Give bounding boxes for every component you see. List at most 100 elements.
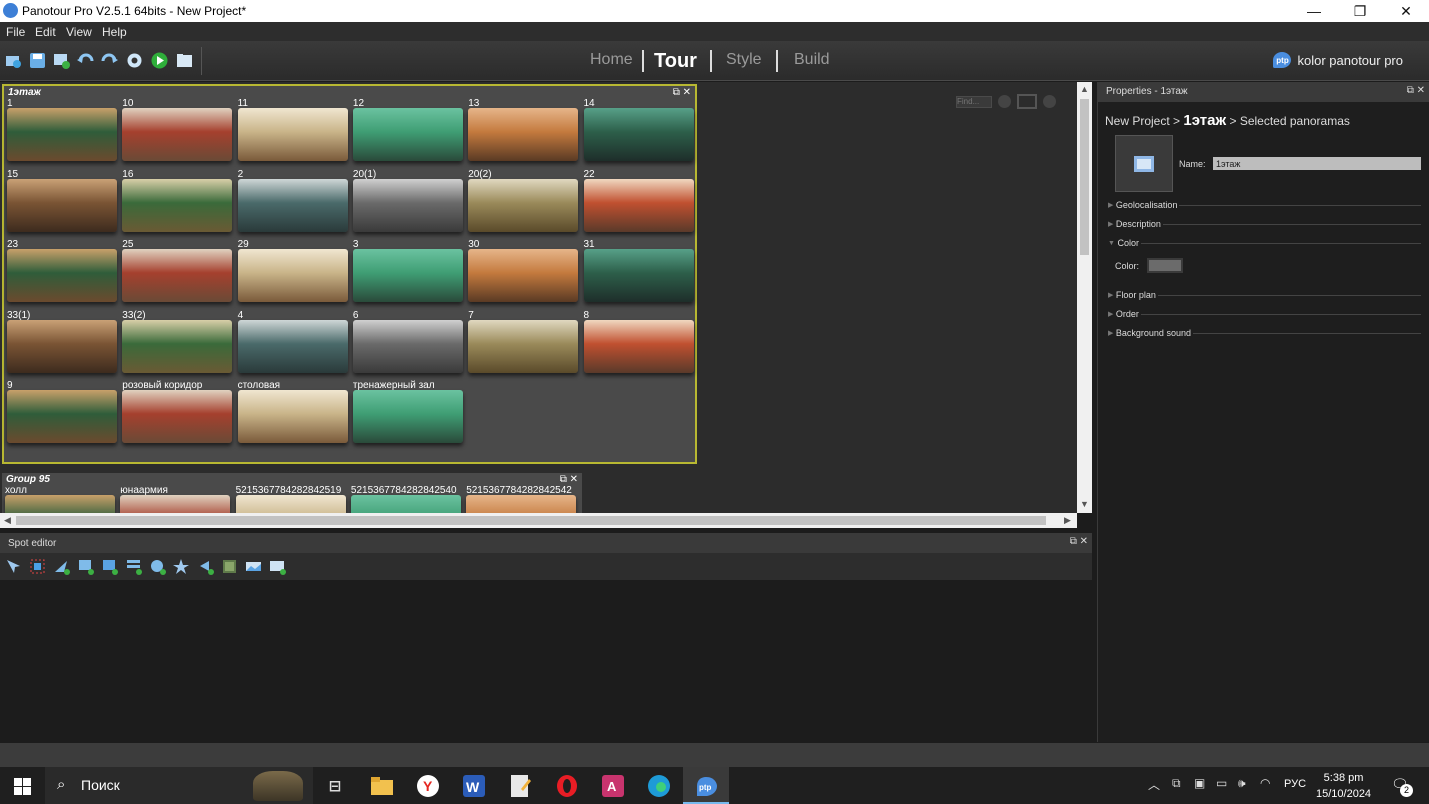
volume-icon[interactable]: 🕪 (1238, 776, 1246, 791)
add-video-spot-icon[interactable] (100, 557, 119, 576)
find-input[interactable] (956, 95, 992, 108)
add-frame-spot-icon[interactable] (220, 557, 239, 576)
add-image-icon[interactable] (52, 51, 71, 70)
canvas-vertical-scrollbar[interactable]: ▲ ▼ (1077, 82, 1092, 513)
add-image-spot-icon[interactable] (76, 557, 95, 576)
panorama-thumbnail[interactable]: 5215367784282842542 (465, 485, 580, 513)
system-clock[interactable]: 5:38 pm 15/10/2024 (1316, 770, 1371, 802)
panorama-thumbnail[interactable]: 22 (583, 169, 698, 240)
panorama-thumbnail[interactable]: 6 (352, 310, 467, 381)
save-icon[interactable] (28, 51, 47, 70)
panorama-thumbnail[interactable]: 20(1) (352, 169, 467, 240)
section-color[interactable]: ▼ Color (1108, 238, 1421, 248)
panorama-thumbnail[interactable]: 30 (467, 239, 582, 310)
tab-style[interactable]: Style (726, 51, 762, 69)
minimize-button[interactable]: — (1291, 0, 1337, 22)
fit-view-icon[interactable] (1017, 94, 1037, 109)
panorama-thumbnail[interactable]: юнаармия (119, 485, 234, 513)
panorama-group-1etazh[interactable]: 1этаж ⧉ ✕ 1 10 11 12 13 14 15 16 2 20(1) 20(2) 22 23… (2, 84, 697, 464)
panel-float-close-icon[interactable]: ⧉ ✕ (1407, 85, 1425, 96)
panotour-taskbar-icon[interactable]: ptp (694, 774, 718, 798)
panorama-thumbnail[interactable]: холл (4, 485, 119, 513)
show-hidden-icons-chevron-icon[interactable]: ︿ (1148, 776, 1160, 793)
add-panorama-link-icon[interactable] (244, 557, 263, 576)
play-preview-icon[interactable] (150, 51, 169, 70)
section-floor-plan[interactable]: ▶ Floor plan (1108, 290, 1421, 300)
panorama-thumbnail[interactable]: 4 (237, 310, 352, 381)
undo-icon[interactable] (76, 51, 95, 70)
windows-start-icon[interactable] (10, 774, 34, 798)
panorama-thumbnail[interactable]: 12 (352, 98, 467, 169)
access-icon[interactable]: A (601, 774, 625, 798)
add-polygon-spot-icon[interactable] (196, 557, 215, 576)
group-float-close-icon[interactable]: ⧉ ✕ (673, 87, 691, 98)
scroll-down-icon[interactable]: ▼ (1080, 499, 1089, 509)
add-star-spot-icon[interactable] (172, 557, 191, 576)
section-background-sound[interactable]: ▶ Background sound (1108, 328, 1421, 338)
edge-icon[interactable] (647, 774, 671, 798)
panorama-thumbnail[interactable]: 33(2) (121, 310, 236, 381)
scroll-thumb[interactable] (1080, 99, 1089, 255)
yandex-browser-icon[interactable]: Y (416, 774, 440, 798)
panorama-thumbnail[interactable]: 3 (352, 239, 467, 310)
panorama-thumbnail[interactable]: тренажерный зал (352, 380, 467, 451)
menu-edit[interactable]: Edit (35, 25, 56, 39)
notepad-icon[interactable] (509, 774, 533, 798)
panorama-thumbnail[interactable]: 31 (583, 239, 698, 310)
crumb-group[interactable]: 1этаж (1183, 112, 1226, 129)
panorama-thumbnail[interactable]: 2 (237, 169, 352, 240)
panorama-canvas[interactable]: 1этаж ⧉ ✕ 1 10 11 12 13 14 15 16 2 20(1) 20(2) 22 23… (0, 82, 1077, 513)
scroll-up-icon[interactable]: ▲ (1080, 84, 1089, 94)
crumb-root[interactable]: New Project (1105, 114, 1170, 128)
panorama-thumbnail[interactable]: 16 (121, 169, 236, 240)
color-swatch[interactable] (1147, 258, 1183, 273)
panorama-thumbnail[interactable]: 13 (467, 98, 582, 169)
add-panoramas-icon[interactable] (4, 51, 23, 70)
section-description[interactable]: ▶ Description (1108, 219, 1421, 229)
panorama-thumbnail[interactable]: 5215367784282842519 (235, 485, 350, 513)
add-text-spot-icon[interactable] (124, 557, 143, 576)
panorama-thumbnail[interactable]: 5215367784282842540 (350, 485, 465, 513)
panorama-group-95[interactable]: Group 95 ⧉ ✕ холл юнаармия 521536778428284… (2, 473, 582, 513)
panorama-thumbnail[interactable]: 14 (583, 98, 698, 169)
opera-icon[interactable] (555, 774, 579, 798)
add-point-spot-icon[interactable] (52, 557, 71, 576)
select-tool-icon[interactable] (4, 557, 23, 576)
name-field[interactable] (1213, 157, 1421, 170)
section-order[interactable]: ▶ Order (1108, 309, 1421, 319)
menu-help[interactable]: Help (102, 25, 127, 39)
tray-security-icon[interactable]: ▣ (1194, 776, 1205, 790)
file-explorer-icon[interactable] (370, 774, 394, 798)
panel-float-close-icon[interactable]: ⧉ ✕ (1070, 536, 1088, 547)
word-icon[interactable]: W (462, 774, 486, 798)
panorama-thumbnail[interactable]: розовый коридор (121, 380, 236, 451)
section-geolocalisation[interactable]: ▶ Geolocalisation (1108, 200, 1421, 210)
panorama-thumbnail[interactable]: 8 (583, 310, 698, 381)
tab-tour[interactable]: Tour (654, 50, 697, 73)
zoom-out-icon[interactable] (998, 95, 1011, 108)
canvas-horizontal-scrollbar[interactable]: ◀ ▶ (0, 513, 1077, 528)
add-picture-spot-icon[interactable] (268, 557, 287, 576)
menu-view[interactable]: View (66, 25, 92, 39)
rect-select-icon[interactable] (28, 557, 47, 576)
tray-device-icon[interactable]: ⧉ (1172, 776, 1181, 791)
panorama-thumbnail[interactable]: 10 (121, 98, 236, 169)
panorama-thumbnail[interactable]: 29 (237, 239, 352, 310)
group-thumbnail[interactable] (1115, 135, 1173, 192)
panorama-thumbnail[interactable]: 15 (6, 169, 121, 240)
panorama-thumbnail[interactable]: столовая (237, 380, 352, 451)
settings-gear-icon[interactable] (125, 51, 144, 70)
scroll-right-icon[interactable]: ▶ (1064, 515, 1071, 526)
group-float-close-icon[interactable]: ⧉ ✕ (560, 474, 578, 485)
battery-icon[interactable]: ▭ (1216, 776, 1227, 790)
panorama-thumbnail[interactable]: 33(1) (6, 310, 121, 381)
menu-file[interactable]: File (6, 25, 25, 39)
maximize-button[interactable]: ❐ (1337, 0, 1383, 22)
panorama-thumbnail[interactable]: 20(2) (467, 169, 582, 240)
input-language[interactable]: РУС (1284, 778, 1306, 790)
scroll-left-icon[interactable]: ◀ (4, 515, 11, 526)
tab-build[interactable]: Build (794, 51, 830, 69)
redo-icon[interactable] (100, 51, 119, 70)
close-window-button[interactable]: ✕ (1383, 0, 1429, 22)
add-sound-spot-icon[interactable] (148, 557, 167, 576)
